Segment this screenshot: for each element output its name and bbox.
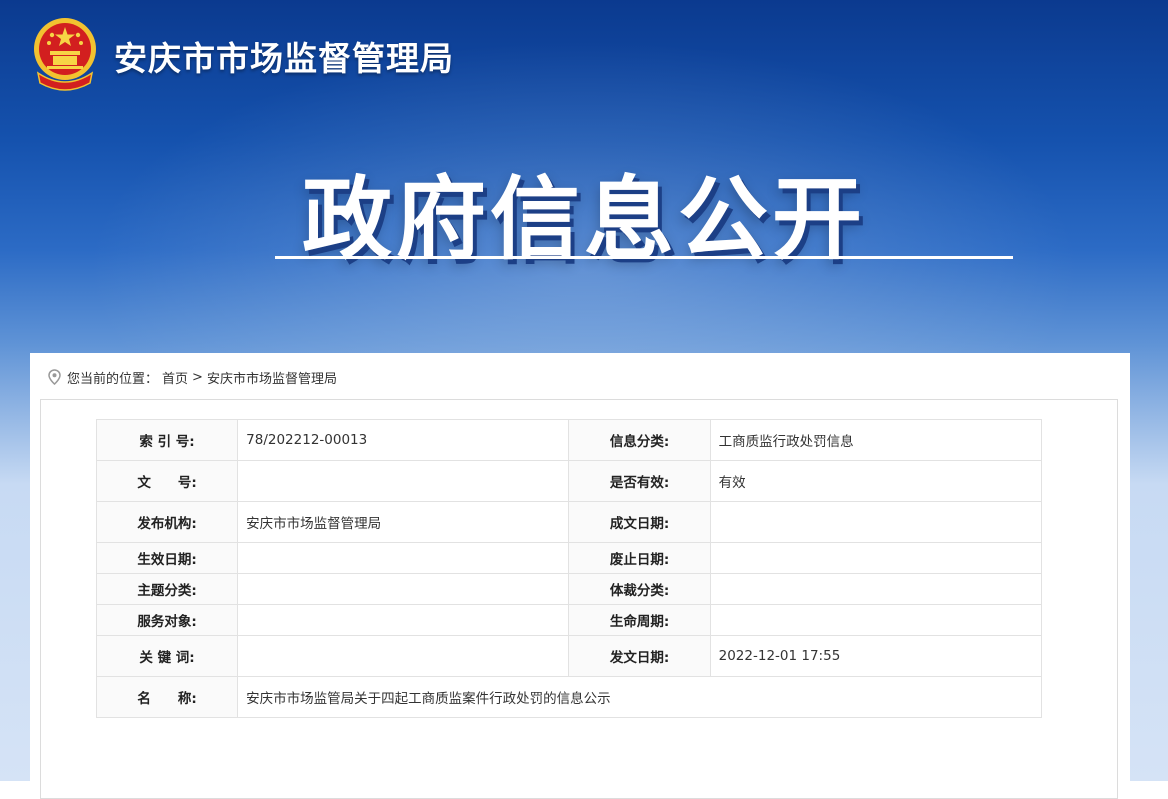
category-label: 信息分类: <box>568 419 711 461</box>
pubdate-label: 发文日期: <box>568 635 711 677</box>
table-row: 发布机构: 安庆市市场监督管理局 成文日期: <box>95 501 1043 543</box>
valid-label: 是否有效: <box>568 460 711 502</box>
breadcrumb-separator: > <box>192 369 203 385</box>
written-date-label: 成文日期: <box>568 501 711 543</box>
breadcrumb-current-link[interactable]: 安庆市市场监督管理局 <box>207 368 337 387</box>
table-row: 文 号: 是否有效: 有效 <box>95 460 1043 502</box>
category-value: 工商质监行政处罚信息 <box>709 419 1043 461</box>
index-value: 78/202212-00013 <box>237 419 570 461</box>
table-row: 名 称: 安庆市市场监管局关于四起工商质监案件行政处罚的信息公示 <box>95 676 1042 718</box>
repeal-date-label: 废止日期: <box>568 542 711 574</box>
table-row: 生效日期: 废止日期: <box>95 542 1043 574</box>
location-pin-icon <box>48 369 61 385</box>
audience-label: 服务对象: <box>95 604 239 636</box>
genre-label: 体裁分类: <box>568 573 711 605</box>
publisher-value: 安庆市市场监督管理局 <box>237 501 570 543</box>
audience-value <box>237 604 570 636</box>
hero-divider <box>275 256 1013 259</box>
table-row: 关 键 词: 发文日期: 2022-12-01 17:55 <box>95 635 1043 677</box>
table-row: 索 引 号: 78/202212-00013 信息分类: 工商质监行政处罚信息 <box>95 419 1043 461</box>
publisher-label: 发布机构: <box>95 501 239 543</box>
table-row: 服务对象: 生命周期: <box>95 604 1043 636</box>
breadcrumb: 您当前的位置： 首页 > 安庆市市场监督管理局 <box>48 367 341 387</box>
name-value: 安庆市市场监管局关于四起工商质监案件行政处罚的信息公示 <box>237 676 1042 718</box>
breadcrumb-home-link[interactable]: 首页 <box>162 368 188 387</box>
written-date-value <box>709 501 1043 543</box>
effective-date-label: 生效日期: <box>95 542 239 574</box>
info-metadata-table: 索 引 号: 78/202212-00013 信息分类: 工商质监行政处罚信息 … <box>95 419 1043 718</box>
valid-value: 有效 <box>709 460 1043 502</box>
topic-label: 主题分类: <box>95 573 239 605</box>
docno-value <box>237 460 570 502</box>
repeal-date-value <box>709 542 1043 574</box>
genre-value <box>709 573 1043 605</box>
docno-label: 文 号: <box>95 460 239 502</box>
pubdate-value: 2022-12-01 17:55 <box>709 635 1043 677</box>
effective-date-value <box>237 542 570 574</box>
keywords-value <box>237 635 570 677</box>
table-row: 主题分类: 体裁分类: <box>95 573 1043 605</box>
site-title: 安庆市市场监督管理局 <box>114 39 454 78</box>
breadcrumb-prefix: 您当前的位置： <box>67 371 159 387</box>
name-label: 名 称: <box>95 676 239 718</box>
topic-value <box>237 573 570 605</box>
content-panel: 您当前的位置： 首页 > 安庆市市场监督管理局 索 引 号: 78/202212… <box>30 353 1130 799</box>
lifecycle-label: 生命周期: <box>568 604 711 636</box>
index-label: 索 引 号: <box>95 419 239 461</box>
national-emblem-icon <box>34 18 96 91</box>
lifecycle-value <box>709 604 1043 636</box>
keywords-label: 关 键 词: <box>95 635 239 677</box>
